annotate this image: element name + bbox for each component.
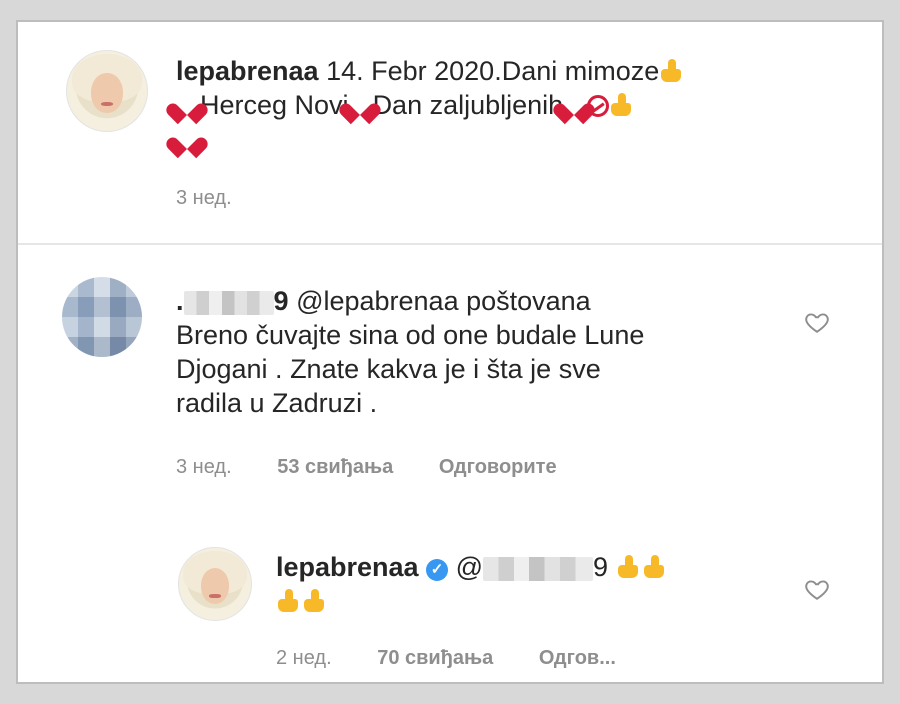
comment-text-1: poštovana	[458, 286, 591, 316]
reply-likes[interactable]: 70 свиђања	[377, 647, 493, 669]
commenter-username[interactable]: .9	[176, 286, 289, 316]
reply-like-heart-icon[interactable]	[804, 576, 830, 602]
divider	[18, 243, 882, 245]
thumbs-up-emoji	[302, 589, 328, 613]
comment-time: 3 нед.	[176, 456, 232, 478]
caption-text-2a: Herceg Novi	[200, 90, 349, 120]
masked-mention	[483, 556, 594, 581]
comment-body: .9 @lepabrenaa poštovana Breno čuvajte s…	[176, 284, 816, 420]
comment-reply-button[interactable]: Одговорите	[439, 456, 557, 478]
thumbs-up-emoji	[659, 59, 685, 83]
thumbs-up-emoji	[642, 555, 668, 579]
verified-badge-icon: ✓	[426, 559, 449, 581]
reply-username[interactable]: lepabrenaa	[276, 552, 419, 582]
red-heart-emoji	[349, 95, 373, 117]
thumbs-up-emoji	[609, 93, 635, 117]
post-caption: lepabrenaa 14. Febr 2020.Dani mimoze Her…	[176, 54, 826, 156]
comment-meta: 3 нед. 53 свиђања Одговорите	[176, 456, 557, 479]
thumbs-up-emoji	[616, 555, 642, 579]
red-heart-emoji	[176, 129, 200, 151]
comment-likes[interactable]: 53 свиђања	[277, 456, 393, 478]
screenshot-frame: lepabrenaa 14. Febr 2020.Dani mimoze Her…	[16, 20, 884, 684]
post-author-avatar[interactable]	[66, 50, 148, 132]
caption-text-2b: Dan zaljubljenih	[372, 90, 564, 120]
two-hearts-emoji	[563, 95, 587, 117]
comment-text-3: Djogani . Znate kakva je i šta je sve	[176, 354, 601, 384]
kiss-mark-emoji	[587, 95, 610, 117]
reply-meta: 2 нед. 70 свиђања Одгов...	[276, 647, 616, 670]
reply-time: 2 нед.	[276, 647, 332, 669]
commenter-avatar[interactable]	[62, 277, 142, 357]
reply-author-avatar[interactable]	[178, 547, 252, 621]
thumbs-up-emoji	[276, 589, 302, 613]
post-username[interactable]: lepabrenaa	[176, 56, 319, 86]
red-heart-emoji	[176, 95, 200, 117]
comment-like-heart-icon[interactable]	[804, 309, 830, 335]
reply-reply-button[interactable]: Одгов...	[539, 647, 616, 669]
caption-text-1: 14. Febr 2020.Dani mimoze	[318, 56, 660, 86]
post-time: 3 нед.	[176, 187, 232, 209]
reply-mention[interactable]: @9	[456, 552, 608, 582]
comment-text-4: radila u Zadruzi .	[176, 388, 378, 418]
comment-mention[interactable]: @lepabrenaa	[296, 286, 459, 316]
reply-body: lepabrenaa ✓ @9	[276, 550, 796, 618]
comment-text-2: Breno čuvajte sina od one budale Lune	[176, 320, 645, 350]
masked-username	[183, 290, 274, 315]
